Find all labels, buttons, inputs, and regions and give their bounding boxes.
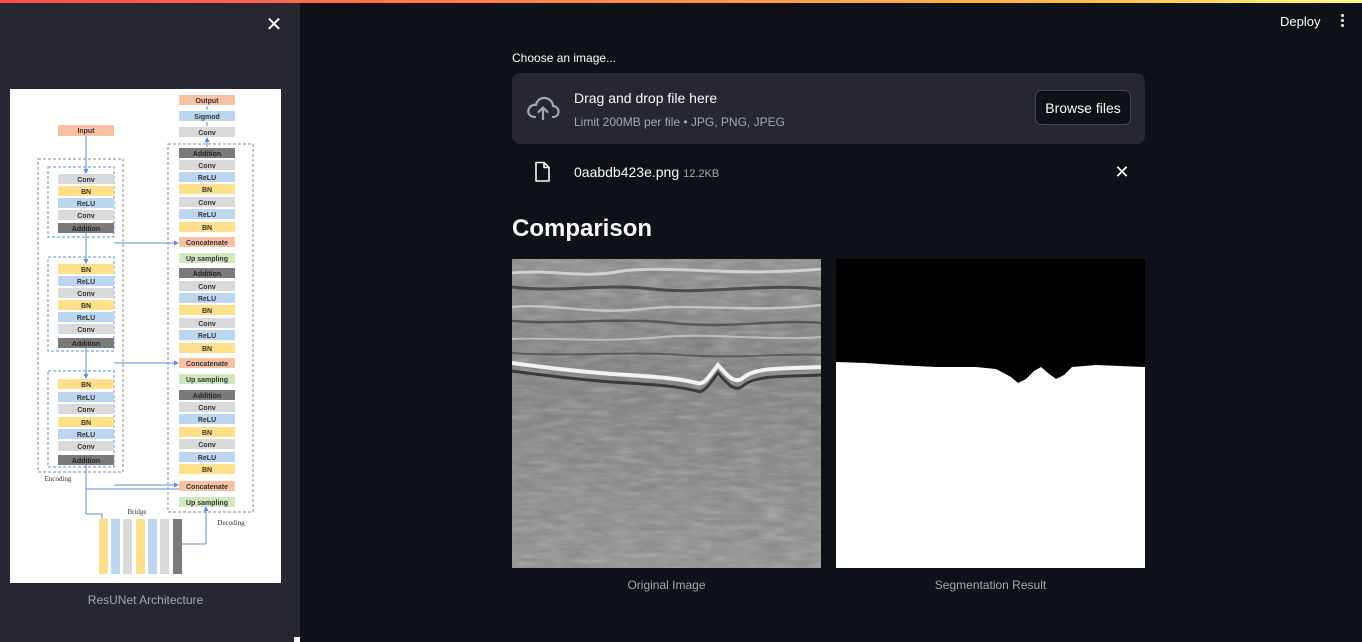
svg-text:BN: BN <box>202 225 212 232</box>
architecture-caption: ResUNet Architecture <box>87 593 204 607</box>
svg-text:BN: BN <box>81 267 91 274</box>
svg-text:Addition: Addition <box>72 458 100 465</box>
svg-text:BN: BN <box>81 382 91 389</box>
svg-text:BN: BN <box>202 308 212 315</box>
svg-text:ReLU: ReLU <box>198 333 216 340</box>
svg-text:Up sampling: Up sampling <box>186 500 228 507</box>
svg-text:Sigmod: Sigmod <box>194 114 220 121</box>
svg-text:Conv: Conv <box>77 291 95 298</box>
svg-text:Conv: Conv <box>77 444 95 451</box>
svg-text:ReLU: ReLU <box>198 455 216 462</box>
comparison-heading: Comparison <box>512 215 653 242</box>
file-icon <box>535 161 550 182</box>
original-image-caption: Original Image <box>627 578 706 592</box>
svg-text:Conv: Conv <box>77 327 95 334</box>
file-name: 0aabdb423e.png 12.2KB <box>574 164 719 180</box>
uploaded-file-row: 0aabdb423e.png 12.2KB ✕ <box>512 152 1145 192</box>
browse-files-button[interactable]: Browse files <box>1035 90 1131 125</box>
resunet-architecture-image: Input Conv BN ReLU Conv Addition BN ReLU… <box>10 89 281 583</box>
svg-text:BN: BN <box>81 189 91 196</box>
svg-text:Addition: Addition <box>193 151 221 158</box>
kebab-menu-icon[interactable] <box>1334 12 1350 34</box>
svg-text:ReLU: ReLU <box>198 296 216 303</box>
arch-input-label: Input <box>77 128 95 135</box>
svg-text:Conv: Conv <box>198 321 216 328</box>
svg-text:BN: BN <box>81 303 91 310</box>
arch-decoding-label: Decoding <box>217 519 245 527</box>
svg-text:Conv: Conv <box>198 284 216 291</box>
svg-text:ReLU: ReLU <box>77 395 95 402</box>
svg-text:Addition: Addition <box>193 393 221 400</box>
sidebar-resize-handle[interactable] <box>294 637 300 642</box>
uploader-label: Choose an image... <box>512 51 617 65</box>
arch-encoding-label: Encoding <box>45 475 72 483</box>
svg-text:ReLU: ReLU <box>77 432 95 439</box>
svg-text:Conv: Conv <box>198 130 216 137</box>
svg-text:Output: Output <box>196 98 220 105</box>
svg-text:ReLU: ReLU <box>77 315 95 322</box>
svg-text:Addition: Addition <box>72 341 100 348</box>
dropzone-subtitle: Limit 200MB per file • JPG, PNG, JPEG <box>574 115 785 129</box>
svg-text:BN: BN <box>202 346 212 353</box>
svg-text:ReLU: ReLU <box>77 201 95 208</box>
svg-text:BN: BN <box>202 467 212 474</box>
segmentation-result-caption: Segmentation Result <box>934 578 1047 592</box>
svg-text:Conv: Conv <box>198 200 216 207</box>
close-icon[interactable]: ✕ <box>264 15 284 35</box>
svg-text:Conv: Conv <box>198 163 216 170</box>
svg-text:ReLU: ReLU <box>198 175 216 182</box>
svg-text:Conv: Conv <box>198 442 216 449</box>
svg-text:ReLU: ReLU <box>77 279 95 286</box>
remove-file-icon[interactable]: ✕ <box>1112 162 1132 182</box>
svg-text:Concatenate: Concatenate <box>186 240 228 247</box>
svg-text:Conv: Conv <box>77 177 95 184</box>
sidebar: ✕ Input Conv BN ReLU Conv Addition BN Re… <box>0 3 300 642</box>
svg-text:Conv: Conv <box>77 213 95 220</box>
svg-text:BN: BN <box>81 420 91 427</box>
svg-text:BN: BN <box>202 430 212 437</box>
svg-text:Addition: Addition <box>72 226 100 233</box>
arch-bridge-label: Bridge <box>127 508 146 516</box>
file-name-text: 0aabdb423e.png <box>574 164 680 180</box>
segmentation-result-image <box>836 259 1145 568</box>
svg-text:Concatenate: Concatenate <box>186 361 228 368</box>
original-image <box>512 259 821 568</box>
svg-text:Conv: Conv <box>198 405 216 412</box>
file-size: 12.2KB <box>683 168 720 180</box>
cloud-upload-icon <box>527 96 560 121</box>
svg-text:Up sampling: Up sampling <box>186 256 228 263</box>
dropzone-title: Drag and drop file here <box>574 90 718 106</box>
svg-text:ReLU: ReLU <box>198 417 216 424</box>
deploy-button[interactable]: Deploy <box>1272 12 1328 31</box>
svg-text:ReLU: ReLU <box>198 212 216 219</box>
svg-text:Up sampling: Up sampling <box>186 377 228 384</box>
svg-text:Conv: Conv <box>77 407 95 414</box>
file-dropzone[interactable]: Drag and drop file here Limit 200MB per … <box>512 73 1145 144</box>
svg-text:BN: BN <box>202 187 212 194</box>
svg-text:Addition: Addition <box>193 271 221 278</box>
svg-text:Concatenate: Concatenate <box>186 484 228 491</box>
